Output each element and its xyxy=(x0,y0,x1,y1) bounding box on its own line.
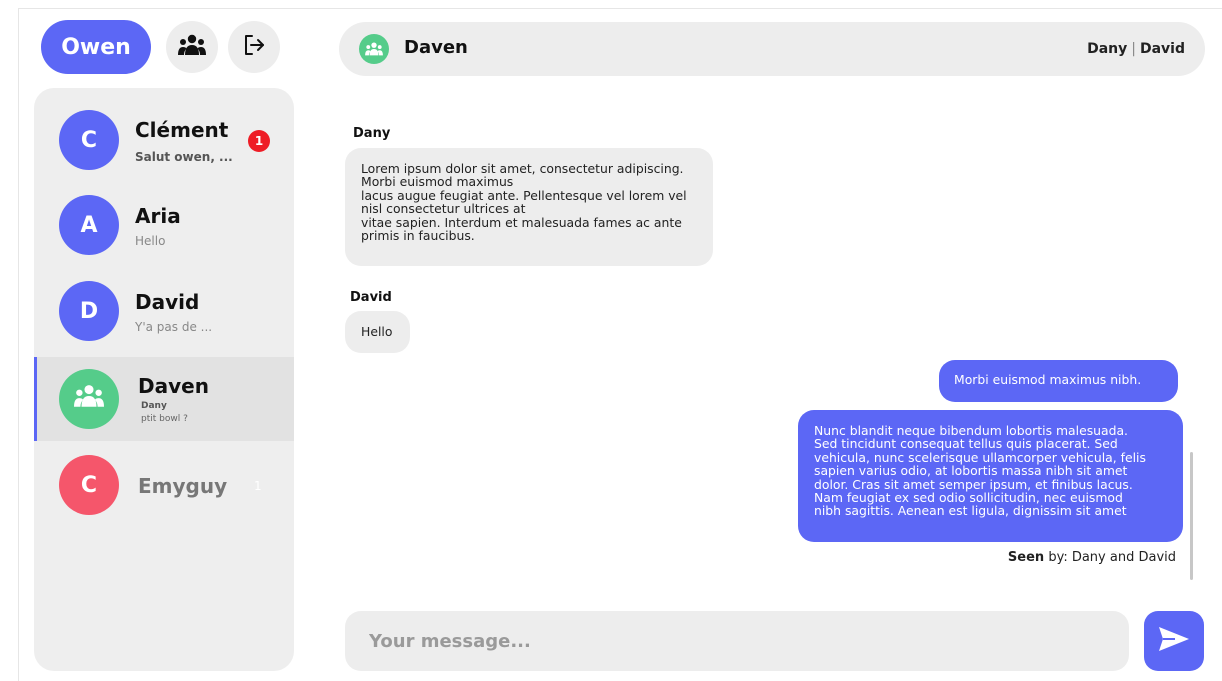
message-sender: David xyxy=(350,290,392,305)
seen-text: by: Dany and David xyxy=(1044,550,1176,565)
conversation-preview: Hello xyxy=(135,234,166,248)
conversation-preview: ptit bowl ? xyxy=(141,414,188,424)
message-line: sapien varius odio, at lobortis massa ni… xyxy=(814,463,1128,479)
seen-label: Seen xyxy=(1007,550,1045,565)
message-line: dolor. Cras sit amet semper ipsum, et fi… xyxy=(814,476,1133,492)
message-input[interactable] xyxy=(345,611,1129,671)
chat-members: Dany | David xyxy=(1087,41,1185,57)
group-avatar xyxy=(59,369,119,429)
group-icon xyxy=(178,34,206,60)
conversation-item-emyguy[interactable]: C Emyguy 1 xyxy=(34,455,294,539)
message-bubble-own: Nunc blandit neque bibendum lobortis mal… xyxy=(798,410,1183,542)
avatar: D xyxy=(59,281,119,341)
message-line: Morbi euismod maximus nibh. xyxy=(954,372,1142,387)
conversation-item-daven[interactable]: Daven Dany ptit bowl ? xyxy=(34,357,294,441)
conversation-name: David xyxy=(135,290,200,314)
message-line: Nunc blandit neque bibendum lobortis mal… xyxy=(814,423,1129,438)
current-user-name: Owen xyxy=(61,34,131,60)
seen-receipt: Seen by: Dany and David xyxy=(1008,550,1176,565)
current-user-button[interactable]: Owen xyxy=(41,20,151,74)
conversation-item-aria[interactable]: A Aria Hello xyxy=(34,195,294,279)
conversation-name: Emyguy xyxy=(138,474,228,498)
message-line: nibh sagittis. Aenean est ligula, dignis… xyxy=(814,503,1127,519)
conversation-item-clement[interactable]: C Clément Salut owen, ... 1 xyxy=(34,88,294,172)
conversation-preview: Salut owen, ... xyxy=(135,150,233,164)
member-name: David xyxy=(1139,41,1185,57)
message-line: Morbi euismod maximus xyxy=(361,174,514,190)
message-line: Nam feugiat ex sed odio sollicitudin, ne… xyxy=(814,490,1123,506)
avatar: A xyxy=(59,195,119,255)
logout-button[interactable] xyxy=(228,21,280,73)
logout-icon xyxy=(242,33,266,61)
conversation-item-david[interactable]: D David Y'a pas de ... xyxy=(34,281,294,365)
messages-scrollbar[interactable] xyxy=(1190,452,1193,580)
message-bubble: Lorem ipsum dolor sit amet, consectetur … xyxy=(345,148,713,266)
message-line: vehicula, nunc scelerisque ullamcorper v… xyxy=(814,449,1146,465)
group-icon xyxy=(74,384,104,414)
conversation-list: C Clément Salut owen, ... 1 A Aria Hello… xyxy=(34,88,294,671)
last-sender: Dany xyxy=(141,401,167,411)
send-button[interactable] xyxy=(1144,611,1204,671)
avatar-initial: A xyxy=(80,212,98,238)
message-line: vitae sapien. Interdum et malesuada fame… xyxy=(361,214,682,230)
message-line: nisl consectetur ultrices at xyxy=(361,201,526,217)
unread-badge: 1 xyxy=(248,130,270,152)
member-name: Dany xyxy=(1087,41,1128,57)
message-bubble: Hello xyxy=(345,311,410,353)
avatar-initial: D xyxy=(79,298,99,324)
conversation-name: Aria xyxy=(135,204,181,228)
chat-title: Daven xyxy=(404,37,468,58)
send-icon xyxy=(1158,625,1190,657)
conversation-name: Clément xyxy=(135,118,229,142)
groups-button[interactable] xyxy=(166,21,218,73)
message-line: Hello xyxy=(361,324,393,339)
group-icon xyxy=(359,34,389,64)
conversation-preview: Y'a pas de ... xyxy=(135,320,213,334)
avatar: C xyxy=(59,455,119,515)
unread-count: 1 xyxy=(254,479,262,493)
message-sender: Dany xyxy=(353,126,391,141)
message-line: lacus augue feugiat ante. Pellentesque v… xyxy=(361,187,687,203)
message-bubble-own: Morbi euismod maximus nibh. xyxy=(939,360,1178,402)
message-line: primis in faucibus. xyxy=(361,228,475,244)
message-line: Lorem ipsum dolor sit amet, consectetur … xyxy=(361,161,684,176)
chat-header: Daven Dany | David xyxy=(339,22,1205,76)
message-line: Sed tincidunt consequat tellus quis plac… xyxy=(814,436,1118,452)
conversation-name: Daven xyxy=(138,374,209,398)
avatar-initial: C xyxy=(80,472,98,498)
avatar-initial: C xyxy=(80,127,98,153)
avatar: C xyxy=(59,110,119,170)
